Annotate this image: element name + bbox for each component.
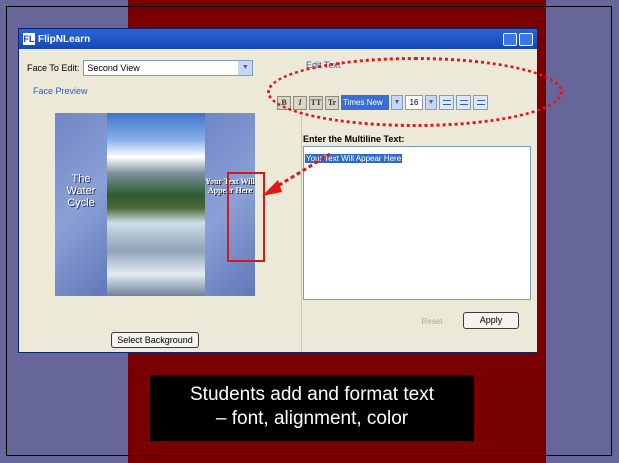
left-panel-text: The Water Cycle (66, 173, 96, 209)
section-divider (301, 99, 302, 352)
face-preview-label: Face Preview (33, 86, 88, 96)
app-logo-icon: FL (23, 33, 35, 45)
window-controls (503, 32, 533, 46)
face-select-value: Second View (87, 63, 140, 73)
face-preview-image: The Water Cycle Your Text Will Appear He… (55, 113, 255, 296)
text-highlight-box (227, 172, 265, 262)
caption-line-2: – font, alignment, color (215, 408, 409, 429)
slide-caption: Students add and format text – font, ali… (150, 375, 474, 441)
apply-button[interactable]: Apply (463, 312, 519, 329)
mountain-river-photo (107, 113, 205, 296)
preview-left-panel: The Water Cycle (55, 113, 107, 296)
face-label: Face To Edit: (27, 63, 80, 73)
caption-line-1: Students add and format text (190, 384, 434, 405)
selected-text: Your Text Will Appear Here (305, 154, 403, 163)
enter-text-label: Enter the Multiline Text: (303, 134, 405, 144)
select-background-button[interactable]: Select Background (111, 332, 199, 348)
reset-button[interactable]: Reset (412, 314, 452, 329)
window-titlebar: FL FlipNLearn (19, 29, 537, 49)
multiline-text-input[interactable]: Your Text Will Appear Here (303, 146, 531, 300)
toolbar-highlight-ellipse (267, 57, 563, 127)
chevron-down-icon[interactable]: ▼ (238, 61, 253, 75)
face-row: Face To Edit: Second View ▼ (27, 60, 254, 76)
window-title: FlipNLearn (38, 33, 91, 45)
maximize-icon[interactable] (519, 32, 533, 46)
minimize-icon[interactable] (503, 32, 517, 46)
face-select[interactable]: Second View ▼ (83, 60, 254, 76)
